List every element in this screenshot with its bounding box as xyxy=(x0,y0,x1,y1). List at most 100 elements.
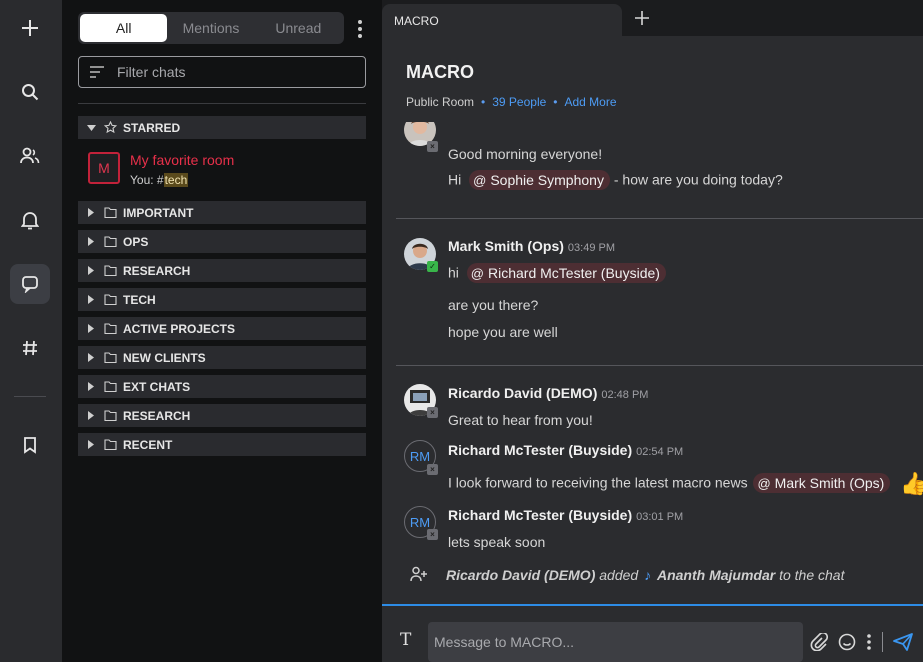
message-text: Hi @ Sophie Symphony - how are you doing … xyxy=(448,170,783,190)
notifications-button[interactable] xyxy=(10,200,50,240)
folder-new-clients[interactable]: NEW CLIENTS xyxy=(78,346,366,369)
author-name: Richard McTester (Buyside) xyxy=(448,507,633,523)
send-icon[interactable] xyxy=(893,633,913,651)
saved-button[interactable] xyxy=(10,425,50,465)
room-type: Public Room xyxy=(406,95,475,109)
message-input[interactable]: Message to MACRO... xyxy=(428,622,803,662)
mention-chip[interactable]: @ Mark Smith (Ops) xyxy=(753,473,891,494)
plus-icon xyxy=(22,20,38,36)
message-prefix: Hi xyxy=(448,171,462,188)
favorite-room-item[interactable]: M My favorite room You: #tech xyxy=(88,152,358,192)
folder-icon xyxy=(104,294,117,305)
people-link[interactable]: 39 People xyxy=(492,95,546,109)
caret-down-icon xyxy=(86,124,96,131)
text-format-icon[interactable]: T xyxy=(400,630,411,650)
folder-active-projects[interactable]: ACTIVE PROJECTS xyxy=(78,317,366,340)
filter-placeholder: Filter chats xyxy=(117,64,186,80)
chat-list-sidebar: All Mentions Unread Filter chats STARRED… xyxy=(62,0,382,662)
room-name: My favorite room xyxy=(130,152,235,168)
channels-button[interactable] xyxy=(10,328,50,368)
contacts-button[interactable] xyxy=(10,136,50,176)
music-note-icon: ♪ xyxy=(644,567,652,583)
meta-separator: • xyxy=(553,95,558,109)
message-time: 03:49 PM xyxy=(567,242,615,254)
message-text: hi @ Richard McTester (Buyside) xyxy=(448,263,666,283)
more-vertical-icon[interactable] xyxy=(866,633,872,651)
tab-macro[interactable]: MACRO xyxy=(382,4,622,36)
left-rail xyxy=(0,0,62,662)
message-author: Richard McTester (Buyside) 03:01 PM xyxy=(448,507,683,523)
room-title: MACRO xyxy=(406,62,474,82)
tab-mentions[interactable]: Mentions xyxy=(167,14,254,42)
message-author: Ricardo David (DEMO) 02:48 PM xyxy=(448,385,648,401)
folder-icon xyxy=(104,265,117,276)
folder-label: RESEARCH xyxy=(123,408,191,423)
at-icon: @ xyxy=(757,475,771,491)
folder-icon xyxy=(104,410,117,421)
mention-chip[interactable]: @ Sophie Symphony xyxy=(469,170,610,190)
folder-research[interactable]: RESEARCH xyxy=(78,404,366,427)
folder-label: RESEARCH xyxy=(123,263,191,278)
more-options-icon[interactable] xyxy=(352,18,368,40)
at-icon: @ xyxy=(470,265,484,281)
system-target: Ananth Majumdar xyxy=(656,567,776,583)
caret-right-icon xyxy=(86,382,96,391)
folder-icon xyxy=(104,323,117,334)
chats-button[interactable] xyxy=(10,264,50,304)
folder-ops[interactable]: OPS xyxy=(78,230,366,253)
folder-research[interactable]: RESEARCH xyxy=(78,259,366,282)
thumbs-up-reaction-icon[interactable]: 👍 xyxy=(900,471,923,496)
filter-chats-input[interactable]: Filter chats xyxy=(78,56,366,88)
status-offline-badge: × xyxy=(427,529,438,540)
folder-icon xyxy=(104,207,117,218)
folder-starred[interactable]: STARRED xyxy=(78,116,366,139)
star-icon xyxy=(104,121,117,134)
preview-tag: tech xyxy=(163,173,189,187)
add-tab-button[interactable] xyxy=(632,8,652,28)
message-text: I look forward to receiving the latest m… xyxy=(448,471,923,497)
message-text: lets speak soon xyxy=(448,534,546,550)
folder-label: RECENT xyxy=(123,437,173,452)
chat-filter-tabs: All Mentions Unread xyxy=(78,12,344,44)
message-author: Mark Smith (Ops) 03:49 PM xyxy=(448,238,615,254)
people-icon xyxy=(20,147,40,164)
message-text: Great to hear from you! xyxy=(448,412,593,428)
emoji-icon[interactable] xyxy=(838,633,856,651)
system-actor: Ricardo David (DEMO) xyxy=(446,567,596,583)
folder-ext-chats[interactable]: EXT CHATS xyxy=(78,375,366,398)
message-divider xyxy=(396,218,923,219)
system-suffix: to the chat xyxy=(779,567,845,583)
mention-name: Mark Smith (Ops) xyxy=(774,475,885,492)
folder-recent[interactable]: RECENT xyxy=(78,433,366,456)
composer: T Message to MACRO... xyxy=(382,604,923,662)
folder-tech[interactable]: TECH xyxy=(78,288,366,311)
new-chat-button[interactable] xyxy=(10,8,50,48)
chat-icon xyxy=(22,276,38,293)
bell-icon xyxy=(21,212,39,230)
at-icon: @ xyxy=(473,172,487,188)
search-button[interactable] xyxy=(10,72,50,112)
add-more-link[interactable]: Add More xyxy=(564,95,616,109)
room-header: MACRO Public Room • 39 People • Add More xyxy=(382,36,923,122)
mention-chip[interactable]: @ Richard McTester (Buyside) xyxy=(466,263,666,283)
folder-label: ACTIVE PROJECTS xyxy=(123,321,236,336)
tab-unread[interactable]: Unread xyxy=(255,14,342,42)
folder-icon xyxy=(104,352,117,363)
preview-prefix: You: # xyxy=(130,173,164,187)
caret-right-icon xyxy=(86,440,96,449)
plus-icon xyxy=(635,11,649,25)
tab-all[interactable]: All xyxy=(80,14,168,42)
folder-label: OPS xyxy=(123,234,149,249)
add-person-icon xyxy=(410,566,427,582)
composer-actions xyxy=(810,632,923,652)
folder-label: EXT CHATS xyxy=(123,379,191,394)
filter-lines-icon xyxy=(90,66,104,78)
mention-name: Sophie Symphony xyxy=(490,172,604,188)
attachment-icon[interactable] xyxy=(810,633,828,651)
caret-right-icon xyxy=(86,411,96,420)
author-name: Mark Smith (Ops) xyxy=(448,238,564,254)
message-divider xyxy=(396,365,923,366)
folder-icon xyxy=(104,381,117,392)
sidebar-divider xyxy=(78,103,366,104)
folder-important[interactable]: IMPORTANT xyxy=(78,201,366,224)
